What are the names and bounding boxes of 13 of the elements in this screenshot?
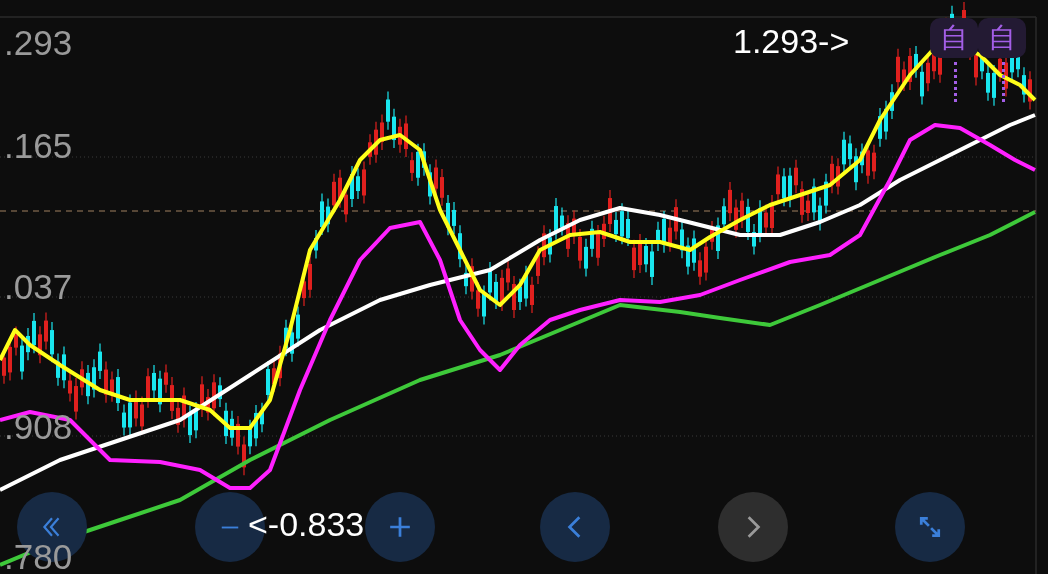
- axis-label: .908: [4, 409, 73, 444]
- high-price-label: 1.293->: [733, 24, 850, 58]
- axis-label: .165: [4, 128, 73, 163]
- plus-icon: [388, 515, 412, 539]
- axis-label: .293: [4, 25, 73, 60]
- marker-line: [1002, 62, 1005, 102]
- marker-badge[interactable]: 自: [978, 18, 1026, 58]
- marker-line: [954, 62, 957, 102]
- marker-badge[interactable]: 自: [930, 18, 978, 58]
- expand-icon: [918, 515, 942, 539]
- low-price-label: <-0.833: [248, 507, 365, 541]
- axis-label: .780: [4, 539, 73, 574]
- axis-label: .037: [4, 269, 73, 304]
